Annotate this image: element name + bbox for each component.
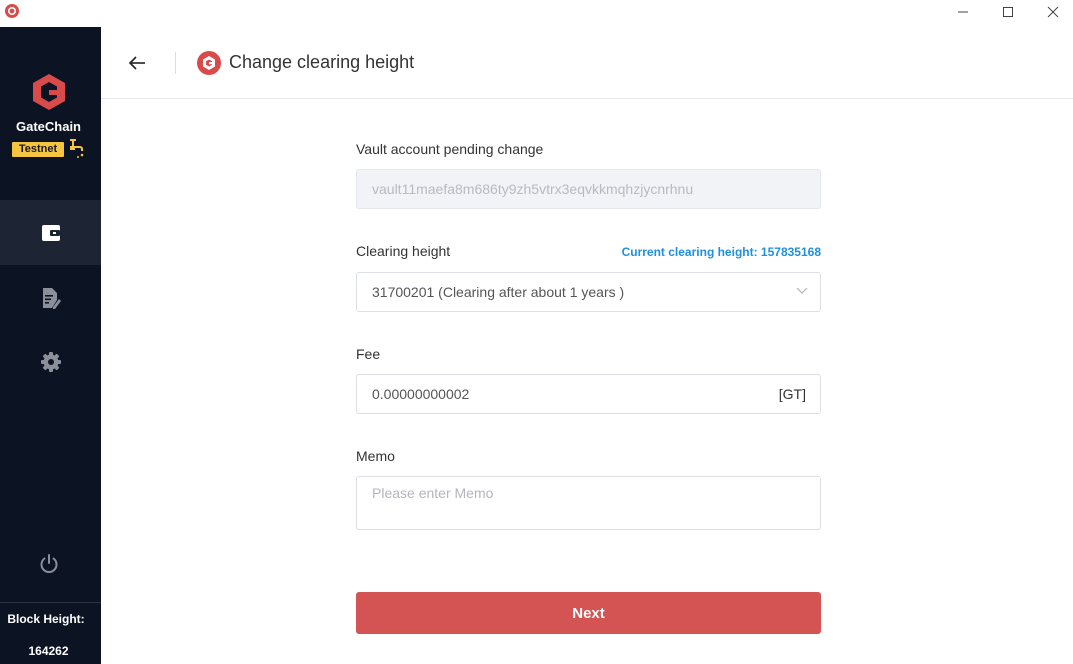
- faucet-icon[interactable]: [68, 137, 86, 159]
- fee-value: 0.00000000002: [372, 386, 470, 402]
- nav-item-settings[interactable]: [0, 329, 101, 394]
- vault-label: Vault account pending change: [356, 141, 544, 157]
- brand-name: GateChain: [15, 119, 81, 134]
- fee-label: Fee: [356, 346, 381, 362]
- gatechain-logo-icon: [197, 51, 221, 75]
- sidebar: GateChain Testnet Block Height: 164262: [0, 27, 101, 664]
- block-height-value: 164262: [28, 644, 69, 658]
- nav-item-wallet[interactable]: [0, 200, 101, 265]
- wallet-icon: [41, 224, 60, 241]
- chevron-down-icon: [796, 287, 808, 294]
- gatechain-app-icon: [5, 4, 19, 18]
- clearing-height-value: 31700201 (Clearing after about 1 years ): [372, 284, 625, 300]
- maximize-button[interactable]: [985, 0, 1031, 24]
- power-icon[interactable]: [38, 553, 60, 575]
- page-title: Change clearing height: [229, 52, 415, 72]
- edit-document-icon: [42, 287, 61, 309]
- testnet-badge: Testnet: [12, 142, 64, 157]
- memo-placeholder: Please enter Memo: [372, 485, 494, 501]
- close-button[interactable]: [1030, 0, 1073, 24]
- minimize-button[interactable]: [940, 0, 986, 24]
- current-clearing-height: Current clearing height: 157835168: [621, 245, 821, 259]
- fee-field[interactable]: 0.00000000002 [GT]: [356, 374, 821, 414]
- nav-item-records[interactable]: [0, 265, 101, 330]
- memo-label: Memo: [356, 448, 395, 464]
- sidebar-divider: [0, 602, 101, 603]
- vault-address-field: vault11maefa8m686ty9zh5vtrx3eqvkkmqhzjyc…: [356, 169, 821, 209]
- maximize-icon: [1003, 7, 1013, 17]
- clearing-height-label: Clearing height: [356, 243, 451, 259]
- back-arrow-icon[interactable]: [127, 53, 147, 73]
- gear-icon: [40, 351, 61, 372]
- fee-unit: [GT]: [778, 386, 806, 402]
- header-divider: [175, 52, 176, 74]
- page-header: Change clearing height: [101, 27, 1073, 99]
- vault-address-value: vault11maefa8m686ty9zh5vtrx3eqvkkmqhzjyc…: [372, 181, 694, 197]
- next-button[interactable]: Next: [356, 592, 821, 634]
- minimize-icon: [958, 11, 968, 13]
- block-height-label: Block Height:: [7, 612, 85, 626]
- gatechain-logo: [33, 74, 65, 110]
- close-icon: [1047, 6, 1059, 18]
- memo-input[interactable]: Please enter Memo: [356, 476, 821, 530]
- window-titlebar: [0, 0, 1073, 27]
- clearing-height-select[interactable]: 31700201 (Clearing after about 1 years ): [356, 272, 821, 312]
